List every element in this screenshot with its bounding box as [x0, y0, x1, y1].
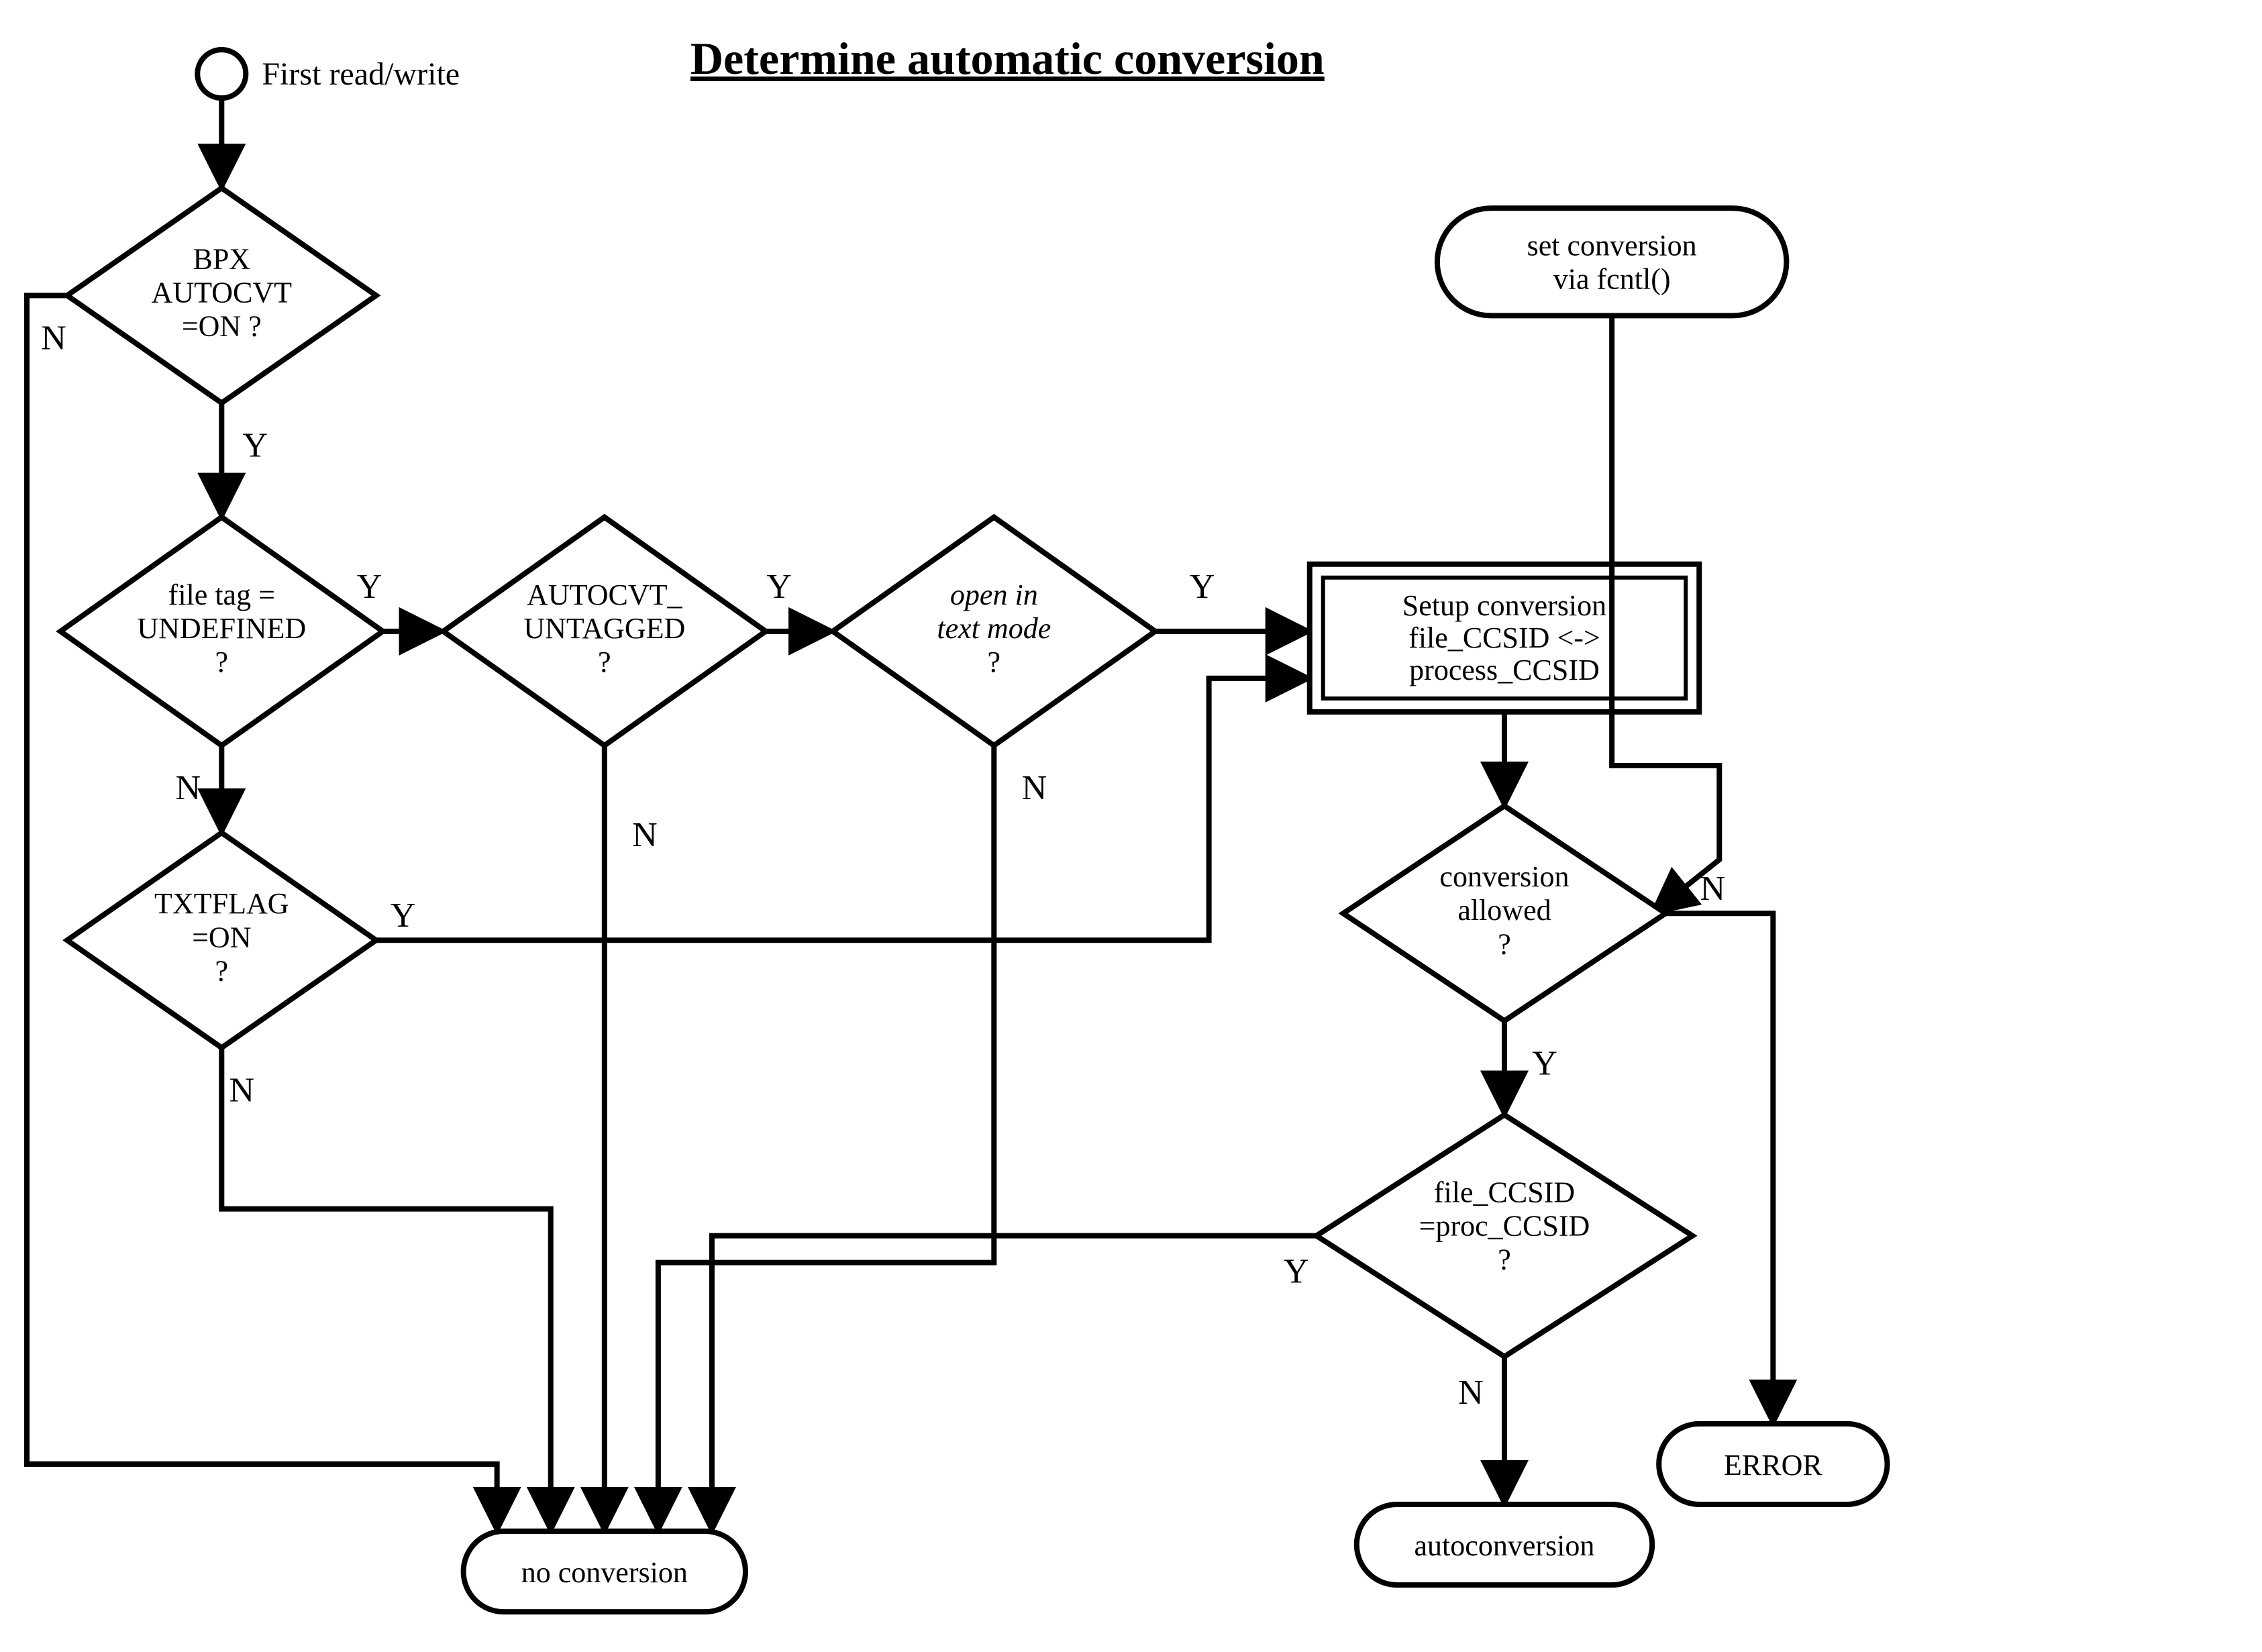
svg-text:=ON ?: =ON ?	[182, 309, 262, 342]
svg-text:AUTOCVT_: AUTOCVT_	[527, 578, 682, 611]
edge-label-n: N	[41, 319, 66, 357]
svg-text:?: ?	[1498, 927, 1511, 960]
svg-text:file tag =: file tag =	[168, 578, 275, 611]
svg-text:Setup conversion: Setup conversion	[1402, 589, 1606, 622]
svg-text:N: N	[1022, 769, 1047, 807]
decision-filetag: file tag = UNDEFINED ?	[60, 517, 382, 745]
svg-text:N: N	[175, 769, 201, 807]
diagram-title: Determine automatic conversion	[690, 33, 1325, 84]
svg-text:N: N	[632, 816, 658, 854]
svg-text:?: ?	[1498, 1243, 1511, 1276]
svg-text:N: N	[229, 1071, 255, 1109]
svg-text:UNDEFINED: UNDEFINED	[137, 612, 306, 645]
svg-text:no conversion: no conversion	[521, 1556, 688, 1589]
decision-ccsid-compare: file_CCSID =proc_CCSID ?	[1317, 1115, 1692, 1356]
svg-text:=ON: =ON	[192, 921, 251, 953]
edge-txtflag-n	[221, 1047, 550, 1531]
svg-text:Y: Y	[1532, 1044, 1557, 1082]
svg-text:?: ?	[988, 646, 1001, 678]
edge-label-y: Y	[243, 427, 268, 465]
terminal-no-conversion: no conversion	[464, 1531, 746, 1612]
svg-text:set conversion: set conversion	[1527, 229, 1697, 262]
process-setup-conversion: Setup conversion file_CCSID <-> process_…	[1310, 564, 1700, 712]
decision-bpx-autocvt: BPX AUTOCVT =ON ?	[67, 188, 376, 403]
svg-text:TXTFLAG: TXTFLAG	[154, 887, 289, 920]
svg-text:autoconversion: autoconversion	[1415, 1529, 1595, 1562]
svg-text:text mode: text mode	[937, 612, 1051, 645]
svg-text:Y: Y	[1284, 1253, 1309, 1291]
terminal-fcntl: set conversion via fcntl()	[1437, 208, 1786, 315]
svg-text:file_CCSID: file_CCSID	[1434, 1176, 1575, 1209]
svg-text:?: ?	[215, 954, 229, 987]
terminal-autoconversion: autoconversion	[1357, 1504, 1652, 1585]
decision-txtflag: TXTFLAG =ON ?	[67, 833, 376, 1047]
svg-text:UNTAGGED: UNTAGGED	[523, 612, 685, 645]
svg-text:Y: Y	[1190, 568, 1215, 606]
svg-text:N: N	[1700, 870, 1725, 908]
terminal-error: ERROR	[1659, 1424, 1887, 1504]
svg-text:ERROR: ERROR	[1724, 1449, 1822, 1482]
decision-autocvt-untagged: AUTOCVT_ UNTAGGED ?	[444, 517, 766, 745]
svg-text:allowed: allowed	[1457, 894, 1551, 927]
svg-text:open in: open in	[950, 578, 1038, 611]
svg-text:?: ?	[598, 646, 611, 678]
flowchart-canvas: Determine automatic conversion First rea…	[0, 0, 2262, 1652]
edge-ccsid-y	[712, 1236, 1317, 1531]
svg-text:file_CCSID <->: file_CCSID <->	[1408, 621, 1600, 654]
decision-conversion-allowed: conversion allowed ?	[1343, 806, 1665, 1021]
edge-open-n	[658, 745, 994, 1531]
start-label: First read/write	[262, 56, 460, 92]
svg-text:via fcntl(): via fcntl()	[1553, 262, 1671, 295]
svg-text:AUTOCVT: AUTOCVT	[152, 276, 293, 309]
start-node: First read/write	[197, 50, 460, 98]
decision-open-text-mode: open in text mode ?	[833, 517, 1155, 745]
svg-text:BPX: BPX	[193, 242, 250, 275]
svg-text:conversion: conversion	[1439, 860, 1569, 893]
svg-text:Y: Y	[391, 896, 416, 935]
svg-text:process_CCSID: process_CCSID	[1409, 654, 1600, 686]
edge-convallowed-n	[1665, 913, 1773, 1424]
edge-txtflag-y	[376, 678, 1310, 940]
svg-text:Y: Y	[357, 568, 382, 606]
svg-text:=proc_CCSID: =proc_CCSID	[1419, 1210, 1590, 1243]
svg-text:N: N	[1458, 1374, 1484, 1412]
svg-text:Y: Y	[766, 568, 792, 606]
svg-text:?: ?	[215, 646, 229, 678]
